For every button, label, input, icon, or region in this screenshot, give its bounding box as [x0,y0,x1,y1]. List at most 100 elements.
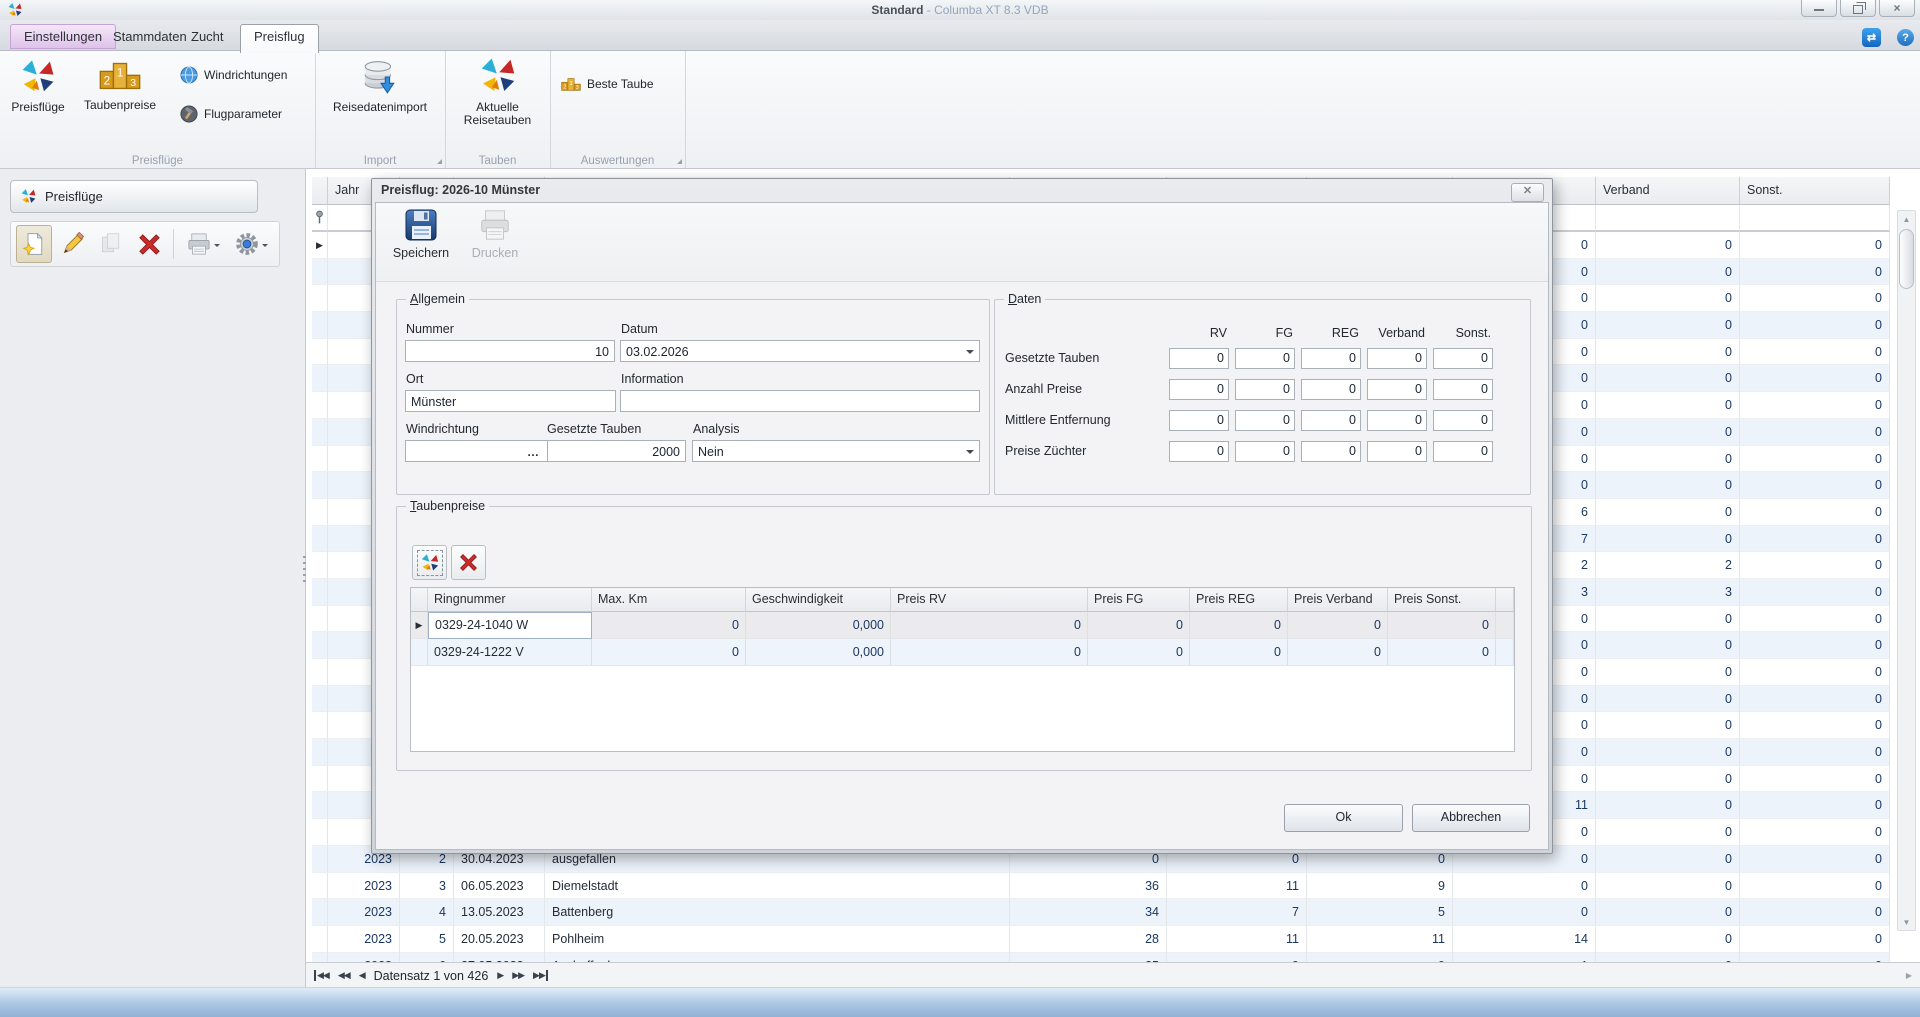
select-pigeons-button[interactable] [412,545,447,580]
windrichtung-label: Windrichtung [406,422,479,436]
close-button[interactable]: × [1879,0,1915,17]
daten-value-field[interactable]: 0 [1433,410,1493,431]
daten-value-field[interactable]: 0 [1433,441,1493,462]
delete-record-button[interactable] [132,226,166,262]
settings-menu-button[interactable] [229,226,274,262]
restore-button[interactable] [1840,0,1876,17]
print-menu-button[interactable] [181,226,225,262]
taubenpreise-row[interactable]: 0329-24-1222 V 0 0,000 0 0 0 0 0 [411,639,1514,666]
daten-value-field[interactable]: 0 [1367,410,1427,431]
taubenpreise-button[interactable]: Taubenpreise [74,58,166,112]
table-row[interactable]: 2023413.05.2023Battenberg3475000 [312,899,1890,926]
bird-globe-icon [20,188,37,205]
help-icon[interactable]: ? [1897,29,1914,46]
windrichtungen-button[interactable]: Windrichtungen [180,66,287,84]
daten-value-field[interactable]: 0 [1169,441,1229,462]
nav-last-button[interactable]: ▶▶ [533,970,548,981]
restore-icon [1853,5,1863,14]
windrichtung-field[interactable]: … ✕ [405,440,562,462]
nav-back-button[interactable]: ◀ [359,970,365,981]
browse-button[interactable]: … [527,441,540,463]
status-bar [0,987,1920,1017]
daten-row-label: Preise Züchter [1005,441,1169,462]
nav-fast-forward-button[interactable]: ▶▶ [512,970,524,981]
flugparameter-button[interactable]: Flugparameter [180,105,282,123]
scrollbar-thumb[interactable] [1899,229,1914,289]
wind-globe-icon [180,66,198,84]
daten-value-field[interactable]: 0 [1433,348,1493,369]
auswertungen-dialog-launcher[interactable] [677,159,682,164]
left-panel: Preisflüge [0,168,306,988]
daten-column-headers: RV FG REG Verband Sonst. [1005,326,1499,340]
datum-field[interactable]: 03.02.2026 [620,340,980,362]
podium-icon [99,58,141,90]
print-icon [478,208,512,242]
analysis-label: Analysis [693,422,740,436]
import-dialog-launcher[interactable] [437,159,442,164]
taubenpreise-row[interactable]: ▶ 0329-24-1040 W 0 0,000 0 0 0 0 0 [411,612,1514,639]
tab-preisflug[interactable]: Preisflug [240,24,319,53]
scroll-down-icon[interactable]: ▼ [1898,914,1915,930]
daten-value-field[interactable]: 0 [1301,410,1361,431]
ribbon: Preisflüge Taubenpreise Windrichtungen F… [0,50,1920,169]
hammer-icon [180,105,198,123]
hscroll-right-icon[interactable]: ▶ [1906,971,1912,980]
chevron-down-icon[interactable] [966,350,974,358]
left-panel-toolbar [10,221,280,267]
cancel-button[interactable]: Abbrechen [1412,804,1530,832]
daten-value-field[interactable]: 0 [1367,379,1427,400]
nav-first-button[interactable]: ◀◀ [314,970,329,981]
beste-taube-button[interactable]: Beste Taube [561,76,654,91]
daten-value-field[interactable]: 0 [1301,348,1361,369]
daten-value-field[interactable]: 0 [1433,379,1493,400]
daten-value-field[interactable]: 0 [1169,348,1229,369]
nav-fast-back-button[interactable]: ◀◀ [338,970,350,981]
minimize-button[interactable] [1801,0,1837,17]
row-marker-icon: ▶ [411,612,428,639]
daten-value-field[interactable]: 0 [1169,410,1229,431]
ok-button[interactable]: Ok [1284,804,1403,832]
remove-pigeon-button[interactable] [451,545,486,580]
nummer-field[interactable]: 10 [405,340,615,362]
daten-value-field[interactable]: 0 [1367,348,1427,369]
daten-value-field[interactable]: 0 [1169,379,1229,400]
grid-header-indicator [312,177,328,205]
edit-record-button[interactable] [56,226,90,262]
chevron-down-icon[interactable] [966,450,974,458]
tab-zucht[interactable]: Zucht [178,25,237,49]
print-button[interactable]: Drucken [460,208,530,276]
daten-value-field[interactable]: 0 [1235,348,1295,369]
scroll-up-icon[interactable]: ▲ [1898,211,1915,227]
ort-field[interactable]: Münster [405,390,616,412]
table-row[interactable]: 2023520.05.2023Pohlheim2811111400 [312,926,1890,953]
daten-value-field[interactable]: 0 [1235,410,1295,431]
dialog-close-button[interactable]: ✕ [1511,183,1544,202]
daten-value-field[interactable]: 0 [1301,379,1361,400]
daten-value-field[interactable]: 0 [1235,441,1295,462]
analysis-field[interactable]: Nein [692,440,980,462]
record-counter: Datensatz 1 von 426 [374,969,489,983]
nummer-label: Nummer [406,322,454,336]
datum-label: Datum [621,322,658,336]
grid-header-sonst[interactable]: Sonst. [1740,177,1890,205]
vertical-scrollbar[interactable]: ▲ ▼ [1897,210,1916,931]
daten-legend: Daten [1004,292,1045,306]
new-record-button[interactable] [16,225,52,263]
table-row[interactable]: 2023306.05.2023Diemelstadt36119000 [312,873,1890,900]
filter-pin-cell[interactable] [312,205,328,232]
gesetzte-tauben-label: Gesetzte Tauben [547,422,641,436]
information-field[interactable] [620,390,980,412]
nav-forward-button[interactable]: ▶ [497,970,503,981]
copy-record-button[interactable] [94,226,128,262]
daten-value-field[interactable]: 0 [1301,441,1361,462]
gesetzte-tauben-field[interactable]: 2000 [547,440,686,462]
preisfluege-button[interactable]: Preisflüge [6,58,70,114]
reisedatenimport-button[interactable]: Reisedatenimport [320,58,440,114]
save-button[interactable]: Speichern [386,208,456,276]
daten-value-field[interactable]: 0 [1367,441,1427,462]
daten-value-field[interactable]: 0 [1235,379,1295,400]
aktuelle-reisetauben-button[interactable]: AktuelleReisetauben [450,56,545,127]
grid-header-verband[interactable]: Verband [1596,177,1740,205]
remote-support-icon[interactable]: ⇄ [1862,28,1881,47]
bird-globe-icon [19,58,57,96]
